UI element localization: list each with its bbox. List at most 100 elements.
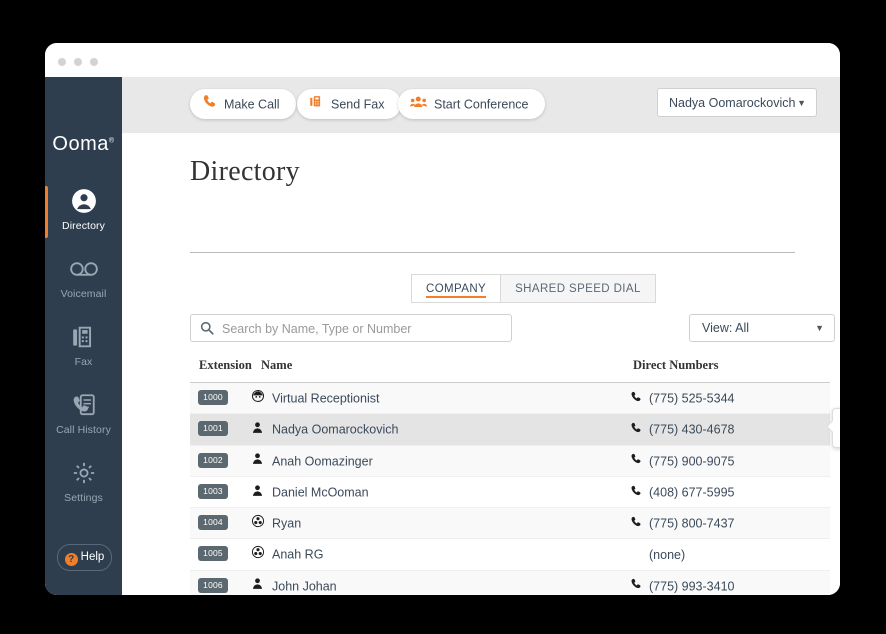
user-account-value: Nadya Oomarockovich (669, 96, 796, 110)
help-button[interactable]: ? Help (57, 544, 112, 571)
sidebar-item-label: Fax (74, 356, 93, 368)
sidebar-item-label: Settings (64, 492, 103, 504)
contact-name-cell: John Johan (250, 571, 337, 595)
tab-shared-speed-dial-label: SHARED SPEED DIAL (515, 283, 641, 295)
tab-active-underline (426, 296, 487, 298)
sidebar-item-fax[interactable]: Fax (45, 316, 122, 384)
ooma-logo-tm: ® (108, 137, 115, 145)
table-row[interactable]: 1001 Nadya Oomarockovich (775) 430-4678 (190, 414, 830, 446)
contact-name-cell: Anah RG (250, 539, 323, 570)
send-fax-button[interactable]: Send Fax (297, 89, 401, 119)
direct-number-cell: (775) 800-7437 (630, 508, 734, 539)
window-dot-minimize[interactable] (74, 58, 82, 66)
contact-name-label: Anah Oomazinger (272, 454, 373, 469)
direct-number-label: (775) 525-5344 (649, 391, 735, 406)
ooma-logo: Ooma® (45, 133, 122, 156)
contact-name-label: Virtual Receptionist (272, 391, 380, 406)
directory-table: Extension Name Direct Numbers 1000 Virtua… (190, 358, 830, 595)
person-icon (250, 571, 265, 595)
direct-number-cell: (408) 677-5995 (630, 477, 734, 508)
contact-name-label: John Johan (272, 579, 337, 594)
fax-icon (45, 322, 122, 352)
call-history-icon (45, 390, 122, 420)
table-row[interactable]: 1003 Daniel McOoman (408) 677-5995 (190, 476, 830, 509)
search-input[interactable] (220, 315, 509, 343)
ooma-logo-text: Ooma (52, 133, 109, 155)
search-icon (200, 321, 214, 340)
page-title: Directory (190, 156, 300, 187)
table-row[interactable]: 1005 Anah RG (none) (190, 539, 830, 571)
phone-icon (630, 384, 643, 414)
chevron-down-icon: ▼ (797, 98, 806, 108)
tab-shared-speed-dial[interactable]: SHARED SPEED DIAL (500, 274, 656, 303)
direct-number-label: (775) 900-9075 (649, 454, 735, 469)
contact-name-label: Daniel McOoman (272, 485, 369, 500)
start-conference-button[interactable]: Start Conference (398, 89, 545, 119)
sidebar-item-settings[interactable]: Settings (45, 452, 122, 520)
extension-badge: 1001 (198, 421, 228, 437)
sidebar-item-directory[interactable]: Directory (45, 180, 122, 248)
browser-window: Ooma® Directory Voicemail Fax Call Histo… (45, 43, 840, 595)
direct-number-cell: (775) 900-9075 (630, 446, 734, 477)
contact-name-cell: Daniel McOoman (250, 477, 369, 508)
view-filter-dropdown[interactable]: View: All ▼ (689, 314, 835, 342)
top-toolbar: Make Call Send Fax Start Conference Nady… (122, 77, 840, 133)
make-call-button[interactable]: Make Call (190, 89, 296, 119)
table-body: 1000 Virtual Receptionist (775) 525-5344 10… (190, 383, 830, 595)
table-row[interactable]: 1002 Anah Oomazinger (775) 900-9075 (190, 445, 830, 477)
sidebar-item-call-history[interactable]: Call History (45, 384, 122, 452)
phone-icon (630, 571, 643, 595)
start-conference-label: Start Conference (434, 97, 529, 112)
title-divider (190, 252, 795, 253)
extension-badge: 1004 (198, 515, 228, 531)
contact-name-cell: Ryan (250, 508, 301, 539)
contact-name-cell: Virtual Receptionist (250, 383, 379, 414)
table-header: Extension Name Direct Numbers (190, 358, 830, 383)
contact-name-label: Ryan (272, 516, 302, 531)
tab-company[interactable]: COMPANY (411, 274, 501, 303)
contact-name-label: Anah RG (272, 548, 324, 563)
table-row[interactable]: 1000 Virtual Receptionist (775) 525-5344 (190, 383, 830, 415)
table-row[interactable]: 1006 John Johan (775) 993-3410 (190, 570, 830, 595)
help-label: Help (80, 551, 105, 563)
tab-company-label: COMPANY (426, 283, 487, 295)
phone-icon (630, 415, 643, 445)
column-header-direct-numbers: Direct Numbers (633, 358, 719, 372)
chevron-down-icon: ▼ (815, 323, 824, 333)
extension-badge: 1002 (198, 452, 228, 468)
help-badge-icon: ? (64, 553, 78, 566)
sidebar-item-label: Voicemail (60, 288, 107, 300)
search-box[interactable] (190, 314, 512, 343)
window-dot-close[interactable] (58, 58, 66, 66)
person-circle-icon (45, 186, 122, 216)
direct-number-cell: (none) (630, 539, 685, 570)
phone-icon (630, 478, 643, 508)
extension-badge: 1000 (198, 390, 228, 405)
direct-number-label: (775) 993-3410 (649, 579, 735, 594)
column-header-name: Name (261, 358, 293, 372)
sidebar: Ooma® Directory Voicemail Fax Call Histo… (45, 77, 122, 595)
call-action-popover[interactable]: Call (826, 408, 840, 448)
window-dot-maximize[interactable] (90, 58, 98, 66)
contact-name-label: Nadya Oomarockovich (272, 423, 399, 437)
direct-number-label: (775) 430-4678 (649, 423, 735, 437)
sidebar-item-label: Directory (62, 220, 105, 232)
table-row[interactable]: 1004 Ryan (775) 800-7437 (190, 508, 830, 540)
call-popover-label: Call (833, 434, 840, 443)
sidebar-item-voicemail[interactable]: Voicemail (45, 248, 122, 316)
gear-icon (45, 458, 122, 488)
direct-number-cell: (775) 430-4678 (630, 414, 734, 445)
extension-badge: 1005 (198, 546, 228, 562)
direct-number-cell: (775) 525-5344 (630, 383, 734, 414)
direct-number-label: (none) (649, 548, 686, 563)
user-account-dropdown[interactable]: Nadya Oomarockovich ▼ (657, 88, 817, 117)
conference-people-icon (410, 90, 427, 120)
window-titlebar (45, 43, 840, 77)
make-call-label: Make Call (224, 97, 280, 112)
person-icon (250, 478, 265, 508)
directory-tabs: COMPANY SHARED SPEED DIAL (411, 274, 656, 304)
view-filter-value: View: All (702, 321, 750, 335)
direct-number-label: (775) 800-7437 (649, 516, 735, 531)
direct-number-cell: (775) 993-3410 (630, 571, 734, 595)
extension-badge: 1006 (198, 577, 228, 593)
